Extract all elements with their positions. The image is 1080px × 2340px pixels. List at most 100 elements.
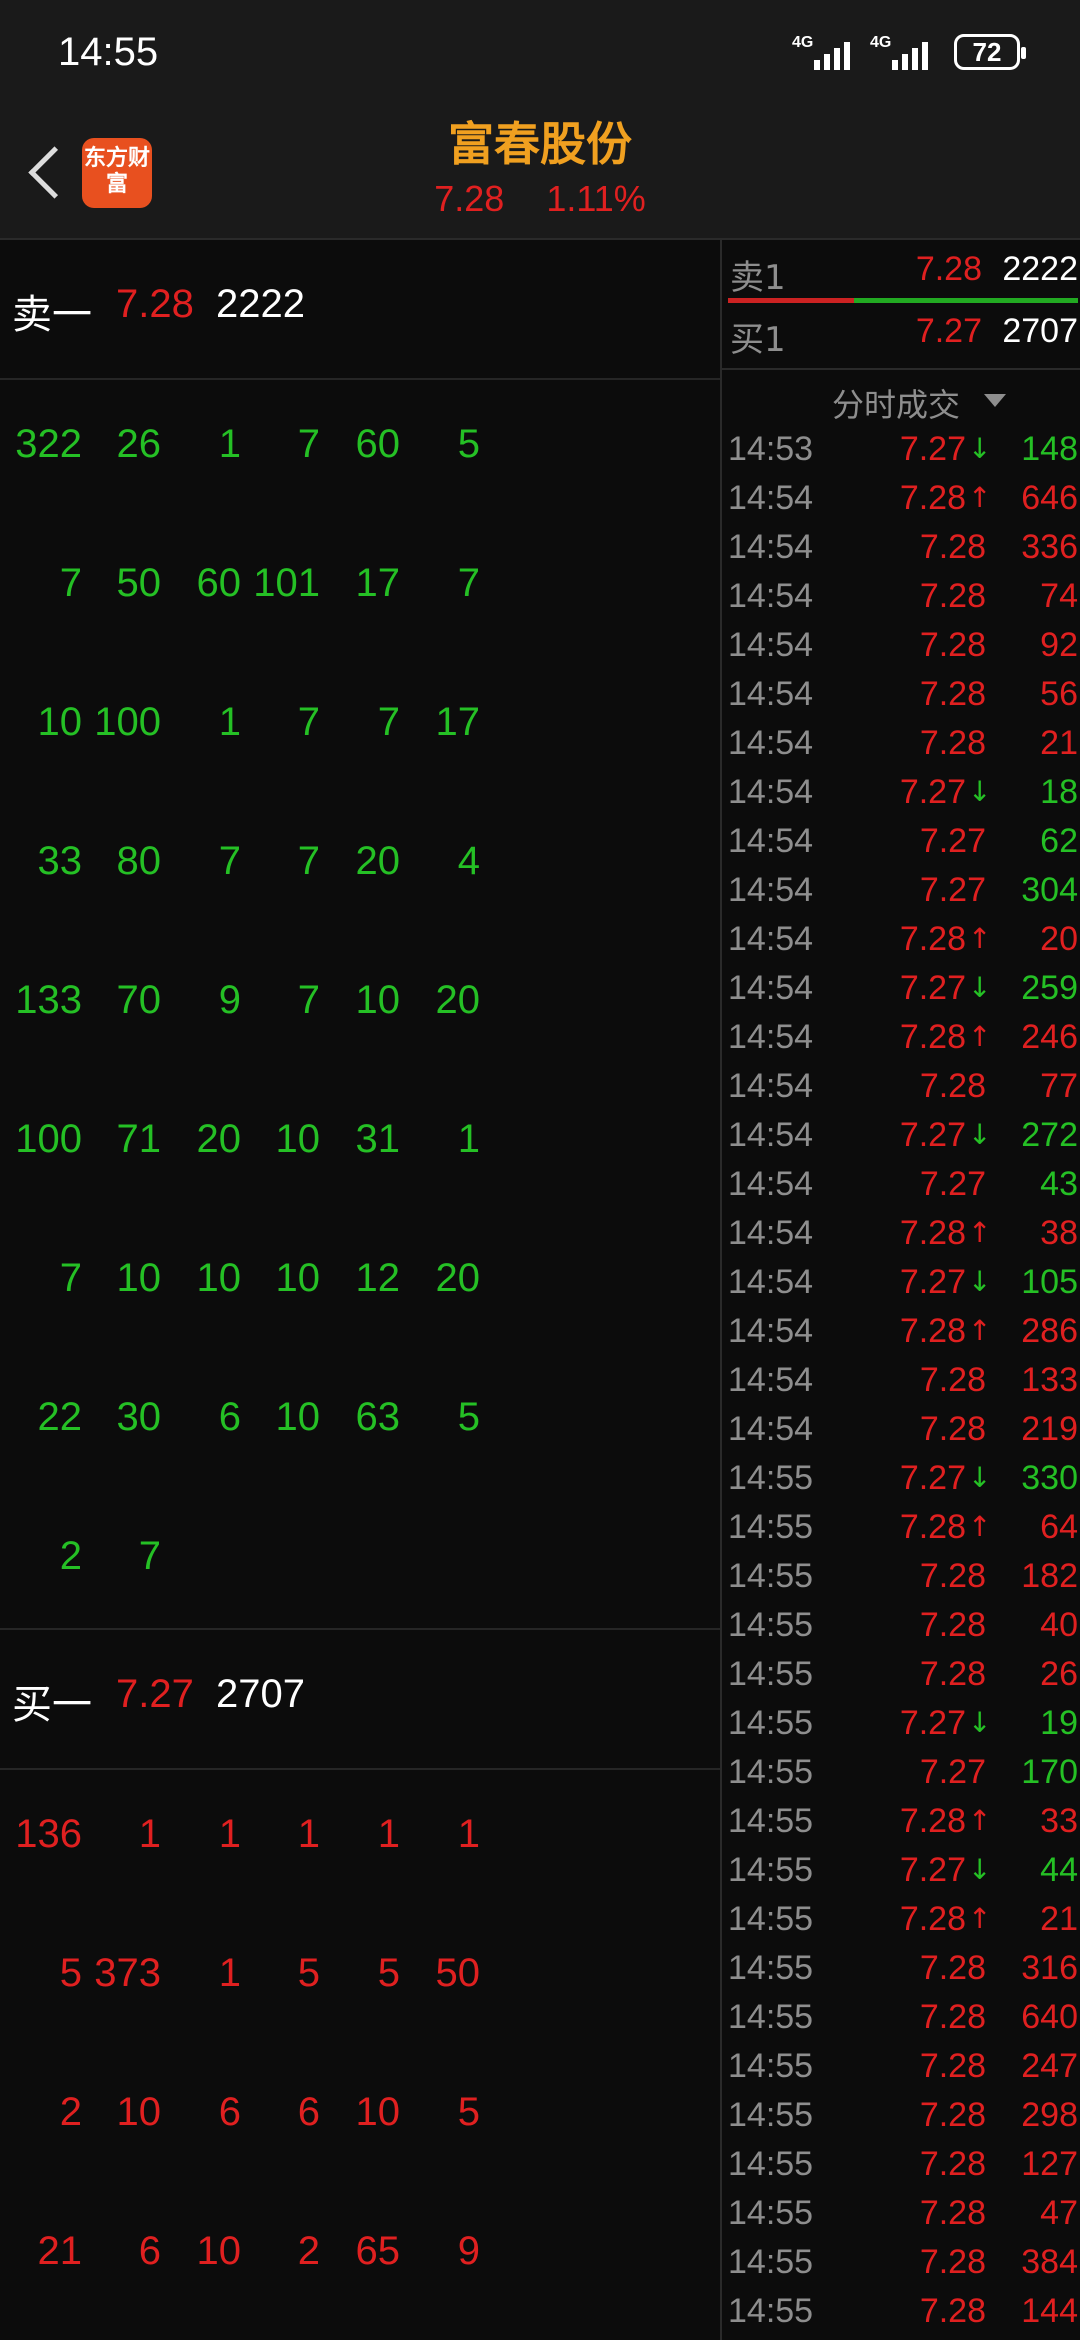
- tick-time: 14:54: [728, 479, 814, 517]
- tick-row: 14:54 7.28 56: [722, 671, 1080, 720]
- tick-row: 14:54 7.27 ↓ 259: [722, 965, 1080, 1014]
- tick-price: 7.28: [899, 1214, 966, 1252]
- arrow-down-icon: ↓: [968, 971, 992, 1004]
- tick-row: 14:55 7.28 ↑ 64: [722, 1504, 1080, 1553]
- tick-price: 7.28: [899, 1508, 966, 1546]
- tick-row: 14:54 7.27 304: [722, 867, 1080, 916]
- tick-price: 7.27: [899, 1704, 966, 1742]
- tick-row: 14:54 7.28 77: [722, 1063, 1080, 1112]
- tick-time: 14:55: [728, 1704, 814, 1742]
- tick-volume: 43: [1040, 1165, 1078, 1203]
- tick-time: 14:55: [728, 1851, 814, 1889]
- tick-time: 14:55: [728, 1753, 814, 1791]
- tick-row: 14:54 7.28 133: [722, 1357, 1080, 1406]
- tick-volume: 47: [1040, 2194, 1078, 2232]
- tick-time: 14:54: [728, 528, 814, 566]
- arrow-down-icon: ↓: [968, 1265, 992, 1298]
- tick-time: 14:54: [728, 675, 814, 713]
- arrow-up-icon: ↑: [968, 1314, 992, 1347]
- tick-price: 7.27: [899, 430, 966, 468]
- tick-volume: 62: [1040, 822, 1078, 860]
- tick-price: 7.28: [919, 1949, 986, 1987]
- tick-row: 14:55 7.28 182: [722, 1553, 1080, 1602]
- queue-order-volume: 5: [457, 2090, 480, 2134]
- tick-volume: 18: [1040, 773, 1078, 811]
- sell-queue-label: 卖一: [12, 292, 92, 338]
- tick-time: 14:54: [728, 1361, 814, 1399]
- stock-price: 7.28: [434, 178, 505, 219]
- tick-volume: 148: [1021, 430, 1078, 468]
- tick-price: 7.28: [919, 2096, 986, 2134]
- tick-time: 14:54: [728, 1018, 814, 1056]
- arrow-down-icon: ↓: [968, 1706, 992, 1739]
- tick-volume: 182: [1021, 1557, 1078, 1595]
- tick-row: 14:55 7.27 ↓ 330: [722, 1455, 1080, 1504]
- tick-time: 14:54: [728, 871, 814, 909]
- tick-row: 14:54 7.28 74: [722, 573, 1080, 622]
- order-queue-panel: 卖一 7.28 2222 322 26 1 7 60 5 7 50 60 101 17 7 10 100 1…: [0, 240, 720, 2340]
- tick-price: 7.27: [899, 1459, 966, 1497]
- tick-time: 14:54: [728, 969, 814, 1007]
- tick-time: 14:54: [728, 1263, 814, 1301]
- buy1-row: 买1 7.27 2707: [722, 302, 1080, 364]
- queue-order-volume: 1: [457, 1812, 480, 1856]
- tick-volume: 21: [1040, 724, 1078, 762]
- tick-volume: 247: [1021, 2047, 1078, 2085]
- tick-row: 14:55 7.28 298: [722, 2092, 1080, 2141]
- queue-row: 21 6 10 2 65 9: [0, 2187, 720, 2326]
- tick-volume: 77: [1040, 1067, 1078, 1105]
- arrow-up-icon: ↑: [968, 1902, 992, 1935]
- tick-price: 7.27: [899, 773, 966, 811]
- tick-row: 14:54 7.27 ↓ 105: [722, 1259, 1080, 1308]
- tick-row: 14:54 7.27 62: [722, 818, 1080, 867]
- sell-queue-grid: 322 26 1 7 60 5 7 50 60 101 17 7 10 100 1 7 7 17 33 80 7 7 20 4…: [0, 380, 720, 1631]
- tick-time: 14:54: [728, 773, 814, 811]
- tick-row: 14:55 7.27 ↓ 19: [722, 1700, 1080, 1749]
- tick-row: 14:55 7.28 640: [722, 1994, 1080, 2043]
- tick-price: 7.28: [919, 577, 986, 615]
- tick-row: 14:55 7.28 26: [722, 1651, 1080, 1700]
- tick-volume: 330: [1021, 1459, 1078, 1497]
- signal-group: 4G 4G: [792, 34, 930, 70]
- tick-row: 14:55 7.28 144: [722, 2288, 1080, 2337]
- tick-price: 7.28: [919, 1606, 986, 1644]
- stock-quote: 7.28 1.11%: [0, 178, 1080, 220]
- queue-order-volume: 5: [457, 1395, 480, 1439]
- tick-price: 7.27: [899, 969, 966, 1007]
- tick-row: 14:55 7.28 384: [722, 2239, 1080, 2288]
- tick-price: 7.27: [919, 1753, 986, 1791]
- tick-volume: 21: [1040, 1900, 1078, 1938]
- arrow-up-icon: ↑: [968, 1020, 992, 1053]
- tick-price: 7.27: [899, 1116, 966, 1154]
- queue-row: 10 100 1 7 7 17: [0, 658, 720, 797]
- tick-row: 14:55 7.27 ↓ 44: [722, 1847, 1080, 1896]
- arrow-down-icon: ↓: [968, 775, 992, 808]
- tick-volume: 246: [1021, 1018, 1078, 1056]
- queue-row: 7 10 10 10 12 20: [0, 1214, 720, 1353]
- tick-row: 14:55 7.28 47: [722, 2190, 1080, 2239]
- tick-time: 14:55: [728, 2047, 814, 2085]
- queue-row: 133 70 9 7 10 20: [0, 936, 720, 1075]
- tick-row: 14:54 7.28 ↑ 246: [722, 1014, 1080, 1063]
- tick-time: 14:55: [728, 2243, 814, 2281]
- tick-time: 14:54: [728, 822, 814, 860]
- tick-price: 7.28: [919, 675, 986, 713]
- tick-list[interactable]: 14:53 7.27 ↓ 148 14:54 7.28 ↑ 646 14:54 7.28 336 14…: [722, 426, 1080, 2337]
- tick-volume: 144: [1021, 2292, 1078, 2330]
- tick-volume: 286: [1021, 1312, 1078, 1350]
- queue-row: 5 373 1 5 5 50: [0, 1909, 720, 2048]
- tick-price: 7.28: [919, 2145, 986, 2183]
- tick-volume: 336: [1021, 528, 1078, 566]
- signal-icon: 4G: [870, 34, 930, 70]
- tick-price: 7.28: [899, 479, 966, 517]
- tick-price: 7.28: [919, 2047, 986, 2085]
- signal-label: 4G: [792, 34, 814, 51]
- sell1-label: 卖1: [730, 258, 786, 298]
- queue-order-volume: 5: [457, 422, 480, 466]
- ticks-dropdown[interactable]: 分时成交: [722, 368, 1080, 428]
- tick-time: 14:55: [728, 2096, 814, 2134]
- tick-volume: 259: [1021, 969, 1078, 1007]
- tick-volume: 133: [1021, 1361, 1078, 1399]
- tick-time: 14:55: [728, 1900, 814, 1938]
- tick-price: 7.27: [919, 871, 986, 909]
